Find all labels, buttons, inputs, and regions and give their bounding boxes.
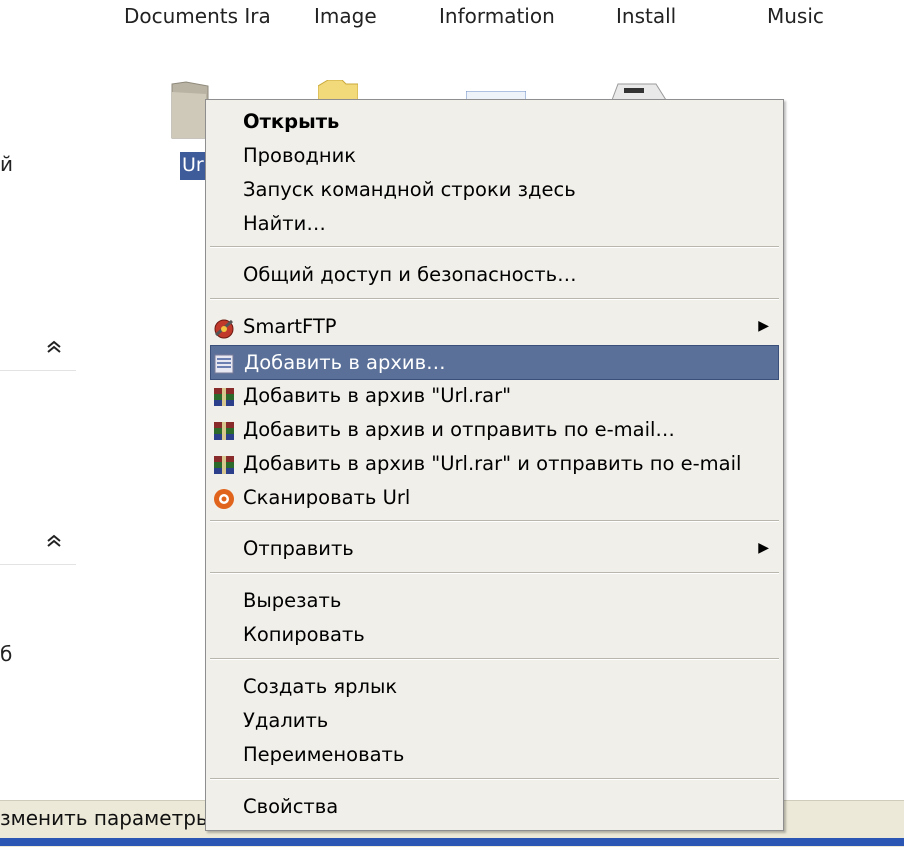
left-pane-text: й xyxy=(0,152,13,176)
add-to-archive-label: Добавить в архив… xyxy=(244,351,446,374)
menu-item-cmd-here[interactable]: Запуск командной строки здесь xyxy=(210,173,779,206)
pane-divider xyxy=(0,564,76,565)
submenu-arrow-icon: ▶ xyxy=(758,318,769,334)
menu-separator xyxy=(210,520,779,522)
menu-separator xyxy=(210,778,779,780)
menu-item-sharing[interactable]: Общий доступ и безопасность… xyxy=(210,258,779,291)
left-pane-text: б xyxy=(0,642,13,666)
status-bar-text[interactable]: зменить параметры) xyxy=(0,806,220,830)
menu-item-add-to-archive-email[interactable]: Добавить в архив и отправить по e-mail… xyxy=(210,413,779,446)
folder-label-information[interactable]: Information xyxy=(439,4,555,28)
folder-label-music[interactable]: Music xyxy=(767,4,824,28)
folder-icon-url[interactable] xyxy=(168,80,210,146)
menu-item-add-to-archive[interactable]: Добавить в архив… xyxy=(210,345,779,380)
menu-item-scan[interactable]: Сканировать Url xyxy=(210,481,779,514)
menu-item-open[interactable]: Открыть xyxy=(210,105,779,138)
winrar-icon xyxy=(212,385,236,407)
winrar-icon xyxy=(212,419,236,441)
menu-item-cut[interactable]: Вырезать xyxy=(210,584,779,617)
selected-folder-label[interactable]: Url xyxy=(180,152,209,180)
add-to-archive-named-label: Добавить в архив "Url.rar" xyxy=(243,384,512,407)
menu-item-find[interactable]: Найти… xyxy=(210,207,779,240)
add-to-archive-named-email-label: Добавить в архив "Url.rar" и отправить п… xyxy=(243,452,742,475)
menu-separator xyxy=(210,246,779,248)
folder-label-image[interactable]: Image xyxy=(314,4,377,28)
menu-item-explorer[interactable]: Проводник xyxy=(210,139,779,172)
menu-item-copy[interactable]: Копировать xyxy=(210,618,779,651)
smartftp-icon xyxy=(212,316,236,339)
menu-item-send-to[interactable]: Отправить ▶ xyxy=(210,532,779,565)
menu-item-rename[interactable]: Переименовать xyxy=(210,738,779,771)
context-menu: Открыть Проводник Запуск командной строк… xyxy=(205,99,784,831)
archive-icon xyxy=(213,352,237,374)
scan-label: Сканировать Url xyxy=(243,486,411,509)
folder-label-install[interactable]: Install xyxy=(616,4,676,28)
send-to-label: Отправить xyxy=(243,537,354,560)
menu-separator xyxy=(210,298,779,300)
collapse-chevron-icon[interactable] xyxy=(46,340,62,358)
folder-label-documents-ira[interactable]: Documents Ira xyxy=(124,4,271,28)
menu-item-properties[interactable]: Свойства xyxy=(210,790,779,823)
taskbar-strip xyxy=(0,838,904,846)
menu-item-add-to-archive-named[interactable]: Добавить в архив "Url.rar" xyxy=(210,379,779,412)
pane-divider xyxy=(0,370,76,371)
winrar-icon xyxy=(212,453,236,475)
menu-item-delete[interactable]: Удалить xyxy=(210,704,779,737)
menu-separator xyxy=(210,658,779,660)
submenu-arrow-icon: ▶ xyxy=(758,540,769,556)
add-to-archive-email-label: Добавить в архив и отправить по e-mail… xyxy=(243,418,675,441)
collapse-chevron-icon[interactable] xyxy=(46,534,62,552)
menu-item-add-to-archive-named-email[interactable]: Добавить в архив "Url.rar" и отправить п… xyxy=(210,447,779,480)
menu-item-smartftp[interactable]: SmartFTP ▶ xyxy=(210,310,779,343)
smartftp-label: SmartFTP xyxy=(243,315,337,338)
antivirus-icon xyxy=(212,487,236,509)
menu-item-create-shortcut[interactable]: Создать ярлык xyxy=(210,670,779,703)
menu-separator xyxy=(210,572,779,574)
